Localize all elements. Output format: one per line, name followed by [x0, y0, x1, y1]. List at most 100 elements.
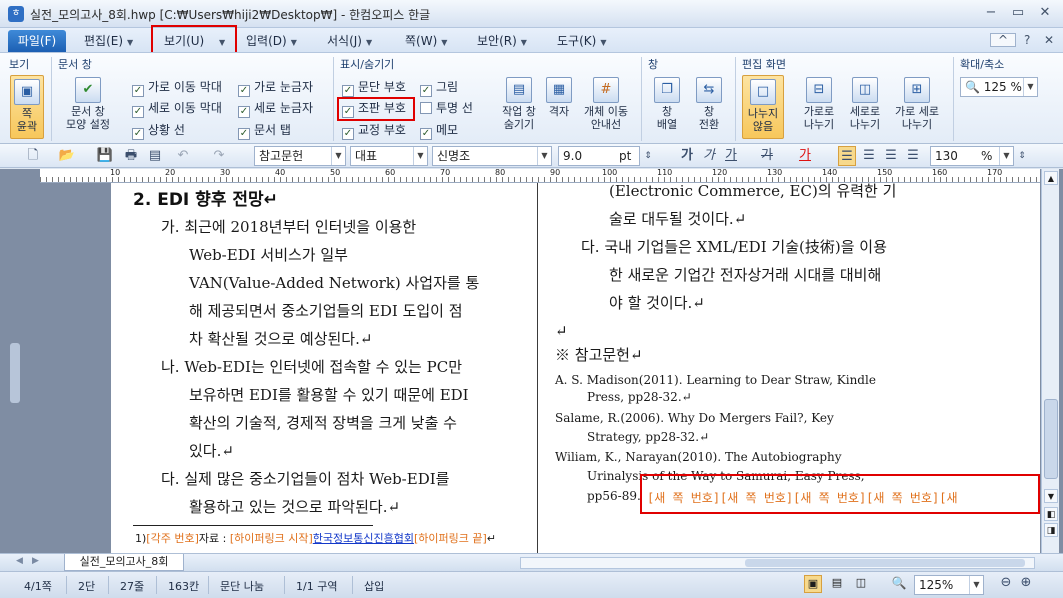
switch-window-button[interactable]: ⇆ 창 전환	[690, 77, 728, 139]
menu-tools[interactable]: 도구(K) ▼	[557, 31, 606, 51]
save-icon[interactable]: 💾	[96, 146, 114, 166]
font-combo[interactable]: 신명조 ▼	[432, 146, 552, 166]
style-combo[interactable]: 참고문헌 ▼	[254, 146, 346, 166]
check-v-scroll[interactable]: ✓ 세로 이동 막대	[132, 101, 222, 118]
zoom-in-icon[interactable]: ⊕	[1018, 575, 1034, 591]
check-proof-mark[interactable]: ✓ 교정 부호	[342, 123, 406, 140]
no-split-button[interactable]: □ 나누지 않음	[742, 75, 784, 139]
chevron-down-icon[interactable]: ▼	[999, 147, 1013, 165]
check-memo[interactable]: ✓ 메모	[420, 123, 458, 140]
status-zoom-combo[interactable]: 125% ▼	[914, 575, 984, 595]
next-page-icon[interactable]: ◨	[1044, 523, 1058, 537]
chevron-down-icon[interactable]: ▼	[1023, 78, 1037, 96]
align-left-icon[interactable]: ☰	[860, 146, 878, 166]
split-both-label: 가로 세로 나누기	[895, 105, 939, 131]
footnote-link[interactable]: 한국정보통신진흥협회	[313, 532, 414, 545]
hide-task-pane-button[interactable]: ▤ 작업 창 숨기기	[496, 77, 542, 139]
check-doc-tab[interactable]: ✓ 문서 탭	[238, 123, 291, 140]
check-h-ruler[interactable]: ✓ 가로 눈금자	[238, 80, 313, 97]
undo-icon[interactable]: ↶	[174, 146, 192, 166]
zoom-out-icon[interactable]: ⊖	[998, 575, 1014, 591]
new-doc-icon[interactable]: 🗋	[24, 146, 42, 166]
check-v-ruler[interactable]: ✓ 세로 눈금자	[238, 101, 313, 118]
status-page[interactable]: 4/1쪽	[24, 578, 52, 594]
page-outline-button[interactable]: ▣ 쪽 윤곽	[10, 75, 44, 139]
highlight-control-codes	[337, 97, 415, 121]
align-right-icon[interactable]: ☰	[904, 146, 922, 166]
split-both-button[interactable]: ⊞ 가로 세로 나누기	[888, 77, 946, 139]
redo-icon[interactable]: ↷	[210, 146, 228, 166]
horizontal-scrollbar[interactable]	[520, 557, 1035, 569]
menu-file[interactable]: 파일(F)	[8, 30, 66, 52]
prev-page-icon[interactable]: ◧	[1044, 507, 1058, 521]
chevron-down-icon[interactable]: ▼	[331, 147, 345, 165]
spin-updown-icon[interactable]: ⇕	[1016, 146, 1028, 166]
chevron-down-icon[interactable]: ▼	[537, 147, 551, 165]
tab-prev-icon[interactable]: ◀	[16, 556, 23, 566]
align-justify-icon[interactable]: ☰	[838, 146, 856, 166]
zoom-combo[interactable]: 🔍 125 % ▼	[960, 77, 1038, 97]
split-horizontal-button[interactable]: ⊟ 가로로 나누기	[796, 77, 842, 139]
menu-insert[interactable]: 입력(D) ▼	[246, 31, 297, 51]
help-button[interactable]: ?	[1024, 33, 1030, 47]
close-button[interactable]: ✕	[1032, 4, 1058, 22]
section-heading: 2. EDI 향후 전망↵	[133, 190, 278, 210]
menu-security[interactable]: 보안(R) ▼	[477, 31, 527, 51]
window-switch-icon: ⇆	[696, 77, 722, 103]
spin-updown-icon[interactable]: ⇕	[642, 146, 654, 166]
scroll-down-icon[interactable]: ▼	[1044, 489, 1058, 503]
font-size-combo[interactable]: 9.0 pt	[558, 146, 640, 166]
docwin-style-button[interactable]: ✔ 문서 창 모양 설정	[58, 77, 118, 137]
split-vertical-button[interactable]: ◫ 세로로 나누기	[842, 77, 888, 139]
tab-next-icon[interactable]: ▶	[32, 556, 39, 566]
line-spacing-value: 130	[935, 149, 958, 163]
open-folder-icon[interactable]: 📂	[58, 146, 76, 166]
underline-button[interactable]: 가	[724, 146, 738, 166]
chevron-down-icon[interactable]: ▼	[413, 147, 427, 165]
check-picture[interactable]: ✓ 그림	[420, 80, 458, 97]
check-doc-tab-label: 문서 탭	[254, 123, 291, 137]
ribbon-collapse-button[interactable]: ^	[990, 33, 1016, 47]
scroll-up-icon[interactable]: ▲	[1044, 171, 1058, 185]
zoom-icon[interactable]: 🔍	[890, 575, 908, 593]
scroll-thumb[interactable]	[1044, 399, 1058, 479]
align-center-icon[interactable]: ☰	[882, 146, 900, 166]
ruler-number: 120	[712, 169, 728, 177]
object-guide-button[interactable]: # 개체 이동 안내선	[576, 77, 636, 139]
normal-view-icon[interactable]: ▤	[828, 575, 846, 593]
page-view-icon[interactable]: ▣	[804, 575, 822, 593]
vertical-scrollbar[interactable]: ▲ ▼ ◧ ◨	[1041, 169, 1059, 553]
grid-button[interactable]: ▦ 격자	[544, 77, 574, 139]
check-h-scroll[interactable]: ✓ 가로 이동 막대	[132, 80, 222, 97]
line-spacing-combo[interactable]: 130% ▼	[930, 146, 1014, 166]
two-page-view-icon[interactable]: ◫	[852, 575, 870, 593]
check-status-line[interactable]: ✓ 상황 선	[132, 123, 185, 140]
italic-button[interactable]: 가	[702, 146, 716, 166]
font-class-combo[interactable]: 대표 ▼	[350, 146, 428, 166]
menu-edit[interactable]: 편집(E) ▼	[84, 31, 133, 51]
h-scroll-thumb[interactable]	[745, 559, 1025, 567]
check-para-mark[interactable]: ✓ 문단 부호	[342, 80, 406, 97]
bold-button[interactable]: 가	[680, 146, 694, 166]
side-panel-handle[interactable]	[10, 343, 20, 403]
reference-title: ※ 참고문헌↵	[555, 346, 643, 364]
preview-icon[interactable]: ▤	[146, 146, 164, 166]
split-vertical-label: 세로로 나누기	[849, 105, 881, 131]
menu-format[interactable]: 서식(J) ▼	[327, 31, 372, 51]
minimize-button[interactable]: −	[978, 4, 1004, 22]
chevron-down-icon[interactable]: ▼	[969, 576, 983, 594]
restore-button[interactable]: ▭	[1005, 4, 1031, 22]
doc-tab[interactable]: 실전_모의고사_8회	[64, 554, 184, 571]
doc-close-icon[interactable]: ✕	[1044, 33, 1054, 47]
arrange-window-button[interactable]: ❐ 창 배열	[648, 77, 686, 139]
check-transparent-line[interactable]: 투명 선	[420, 101, 473, 115]
menu-edit-label: 편집(E)	[84, 34, 124, 48]
menu-page[interactable]: 쪽(W) ▼	[405, 31, 447, 51]
group-title-view: 보기	[9, 58, 30, 71]
strike-button[interactable]: 가	[760, 146, 774, 166]
print-icon[interactable]: 🖶	[122, 146, 140, 166]
horizontal-ruler[interactable]: 10 20 30 40 50 60 70 80 90 100 110 120 1…	[40, 169, 1040, 183]
status-mode[interactable]: 삽입	[364, 578, 384, 594]
font-color-button[interactable]: 가	[798, 146, 812, 166]
left-para-line: 확산의 기술적, 경제적 장벽을 크게 낮출 수	[189, 414, 457, 432]
